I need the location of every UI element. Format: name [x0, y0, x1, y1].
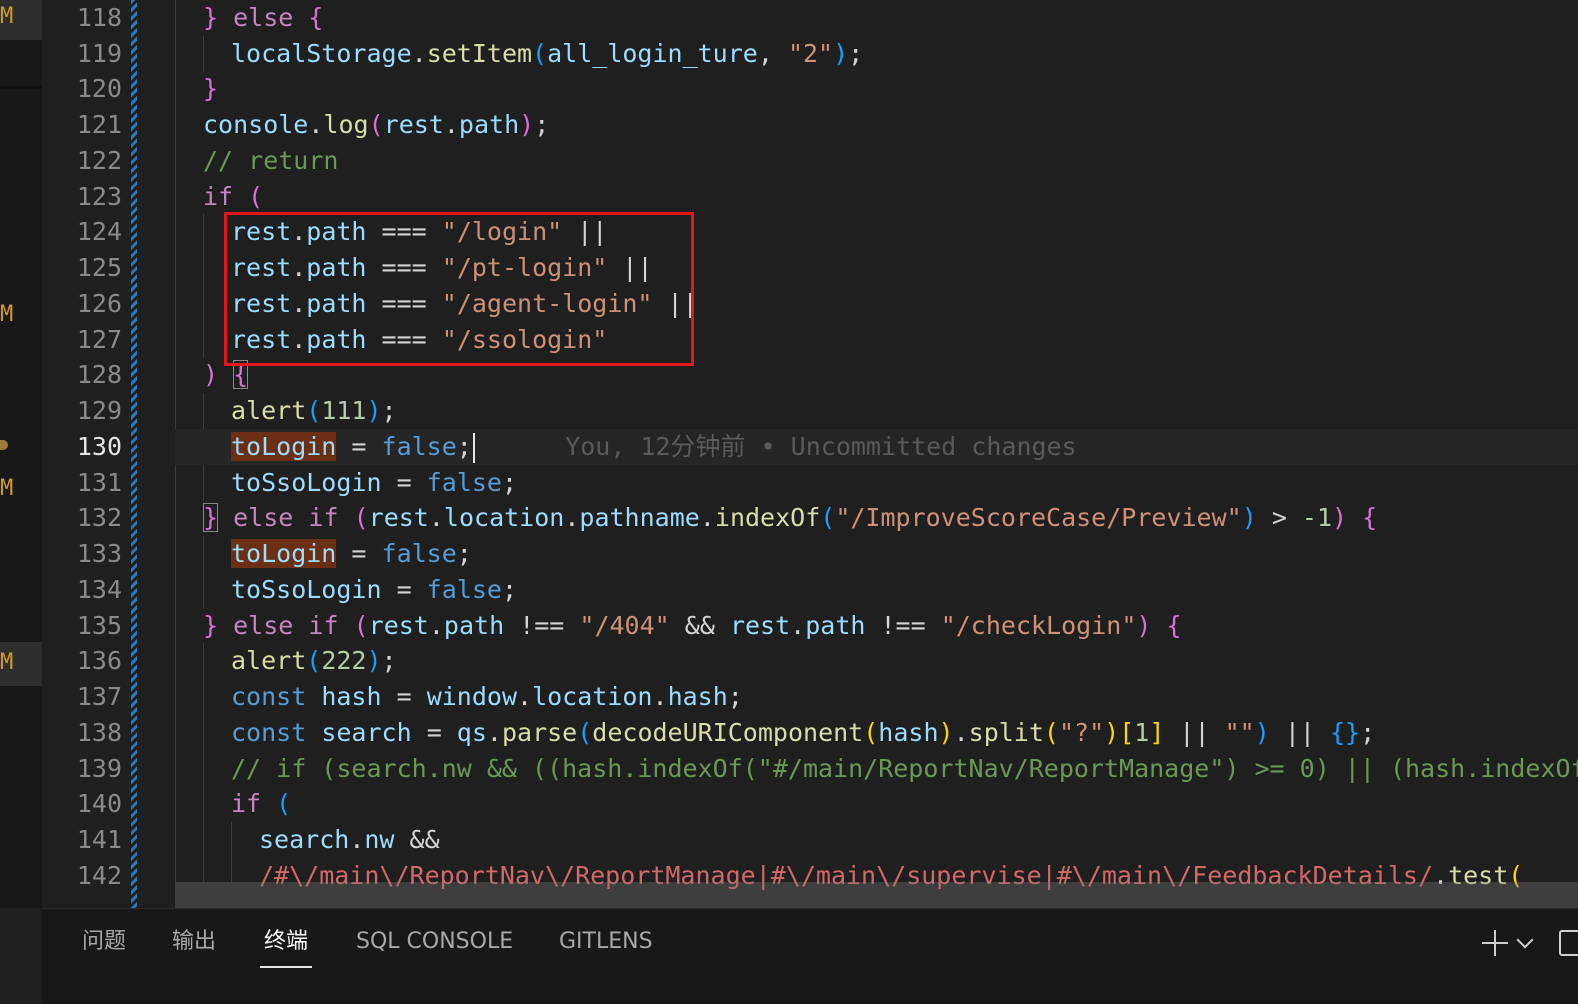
modified-marker: M — [0, 650, 14, 675]
scm-decoration-strip — [0, 0, 42, 908]
line-number: 134 — [76, 575, 122, 604]
tab-terminal[interactable]: 终端 — [264, 920, 308, 964]
line-number: 129 — [76, 396, 122, 425]
tab-problems[interactable]: 问题 — [82, 920, 126, 964]
code-line[interactable]: } else if (rest.location.pathname.indexO… — [175, 500, 1578, 536]
code-line[interactable]: console.log(rest.path); — [175, 107, 1578, 143]
text-cursor — [472, 433, 475, 463]
split-panel-icon[interactable] — [1559, 930, 1578, 956]
tab-sql-console[interactable]: SQL CONSOLE — [356, 920, 513, 964]
line-number: 118 — [76, 3, 122, 32]
line-number: 137 — [76, 682, 122, 711]
code-line[interactable]: alert(111); — [175, 393, 1578, 429]
active-tab-indicator — [260, 966, 312, 968]
modified-marker: M — [0, 302, 14, 327]
line-number: 121 — [76, 110, 122, 139]
tab-gitlens[interactable]: GITLENS — [559, 920, 653, 964]
line-number: 133 — [76, 539, 122, 568]
line-number-current: 130 — [76, 432, 122, 461]
git-change-bar — [131, 0, 137, 908]
line-number: 126 — [76, 289, 122, 318]
line-number: 132 — [76, 503, 122, 532]
line-number: 122 — [76, 146, 122, 175]
line-number: 128 — [76, 360, 122, 389]
plus-icon[interactable] — [1480, 928, 1510, 958]
code-line[interactable]: const search = qs.parse(decodeURICompone… — [175, 715, 1578, 751]
modified-marker: M — [0, 476, 14, 501]
line-number: 141 — [76, 825, 122, 854]
code-line[interactable]: if ( — [175, 786, 1578, 822]
tab-output[interactable]: 输出 — [172, 920, 216, 964]
code-line[interactable]: search.nw && — [175, 822, 1578, 858]
line-number: 125 — [76, 253, 122, 282]
code-line[interactable]: toSsoLogin = false; — [175, 465, 1578, 501]
line-number: 136 — [76, 646, 122, 675]
line-number: 140 — [76, 789, 122, 818]
code-line[interactable]: alert(222); — [175, 643, 1578, 679]
line-number: 138 — [76, 718, 122, 747]
code-line[interactable]: // return — [175, 143, 1578, 179]
code-line[interactable]: } else { — [175, 0, 1578, 36]
code-line[interactable]: const hash = window.location.hash; — [175, 679, 1578, 715]
code-line[interactable]: // if (search.nw && ((hash.indexOf("#/ma… — [175, 751, 1578, 787]
modified-marker: M — [0, 4, 14, 29]
line-number: 127 — [76, 325, 122, 354]
horizontal-scrollbar[interactable] — [175, 882, 1578, 908]
code-line[interactable]: } else if (rest.path !== "/404" && rest.… — [175, 608, 1578, 644]
strip-separator — [0, 86, 42, 89]
code-line[interactable]: localStorage.setItem(all_login_ture, "2"… — [175, 36, 1578, 72]
line-number: 123 — [76, 182, 122, 211]
line-number: 142 — [76, 861, 122, 890]
code-line[interactable]: } — [175, 71, 1578, 107]
code-line[interactable]: toSsoLogin = false; — [175, 572, 1578, 608]
code-line-current[interactable]: toLogin = false; You, 12分钟前 • Uncommitte… — [175, 429, 1578, 465]
line-number: 120 — [76, 74, 122, 103]
highlight-annotation-box — [224, 212, 694, 366]
code-line[interactable]: if ( — [175, 179, 1578, 215]
line-number: 124 — [76, 217, 122, 246]
line-number: 131 — [76, 468, 122, 497]
code-line[interactable]: toLogin = false; — [175, 536, 1578, 572]
git-blame-annotation: You, 12分钟前 • Uncommitted changes — [565, 432, 1077, 461]
line-number: 135 — [76, 611, 122, 640]
line-number: 139 — [76, 754, 122, 783]
line-number: 119 — [76, 39, 122, 68]
